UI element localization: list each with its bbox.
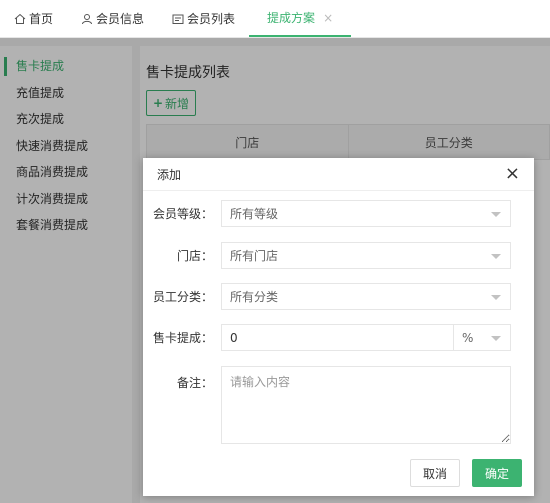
member-level-select[interactable]: 所有等级	[221, 200, 511, 227]
chevron-down-icon	[491, 295, 501, 300]
commission-unit-select[interactable]: %	[454, 324, 511, 351]
tab-bar: 首页 会员信息 会员列表 提成方案 ×	[0, 0, 550, 38]
remark-row: 备注：	[143, 366, 534, 444]
dialog-title: 添加	[157, 167, 182, 182]
card-commission-row: 售卡提成： %	[143, 324, 534, 351]
dialog-header: 添加 ×	[143, 158, 534, 191]
staff-category-value: 所有分类	[230, 290, 279, 304]
member-level-label: 会员等级：	[152, 207, 213, 221]
tab-commission-plan[interactable]: 提成方案 ×	[249, 0, 352, 37]
tab-member-info-label: 会员信息	[96, 12, 145, 26]
staff-category-row: 员工分类： 所有分类	[143, 283, 534, 310]
staff-category-select[interactable]: 所有分类	[221, 283, 511, 310]
home-icon	[14, 13, 26, 24]
store-select[interactable]: 所有门店	[221, 242, 511, 269]
store-row: 门店： 所有门店	[143, 242, 534, 269]
card-commission-label: 售卡提成：	[152, 331, 213, 345]
tab-member-list-label: 会员列表	[187, 12, 236, 26]
store-value: 所有门店	[230, 249, 279, 263]
tab-home[interactable]: 首页	[0, 0, 67, 37]
tab-home-label: 首页	[29, 12, 54, 26]
id-card-icon	[172, 14, 184, 24]
chevron-down-icon	[491, 254, 501, 259]
store-label: 门店：	[176, 249, 213, 263]
add-dialog: 添加 × 会员等级： 所有等级 门店： 所有门店 员工分类： 所有分类 售卡提成…	[143, 158, 534, 496]
confirm-button[interactable]: 确定	[472, 459, 522, 487]
chevron-down-icon	[491, 336, 501, 341]
close-tab-icon[interactable]: ×	[323, 11, 333, 25]
card-commission-input[interactable]	[221, 324, 454, 351]
member-level-row: 会员等级： 所有等级	[143, 200, 534, 227]
user-icon	[82, 13, 93, 24]
tab-member-info[interactable]: 会员信息	[67, 0, 158, 37]
remark-textarea[interactable]	[221, 366, 511, 444]
commission-unit-value: %	[462, 330, 474, 345]
remark-label: 备注：	[176, 376, 213, 390]
member-level-value: 所有等级	[230, 207, 279, 221]
tab-commission-plan-label: 提成方案	[267, 11, 316, 25]
staff-category-label: 员工分类：	[152, 290, 213, 304]
tab-member-list[interactable]: 会员列表	[158, 0, 249, 37]
cancel-button[interactable]: 取消	[410, 459, 460, 487]
chevron-down-icon	[491, 212, 501, 217]
close-icon[interactable]: ×	[505, 165, 520, 183]
